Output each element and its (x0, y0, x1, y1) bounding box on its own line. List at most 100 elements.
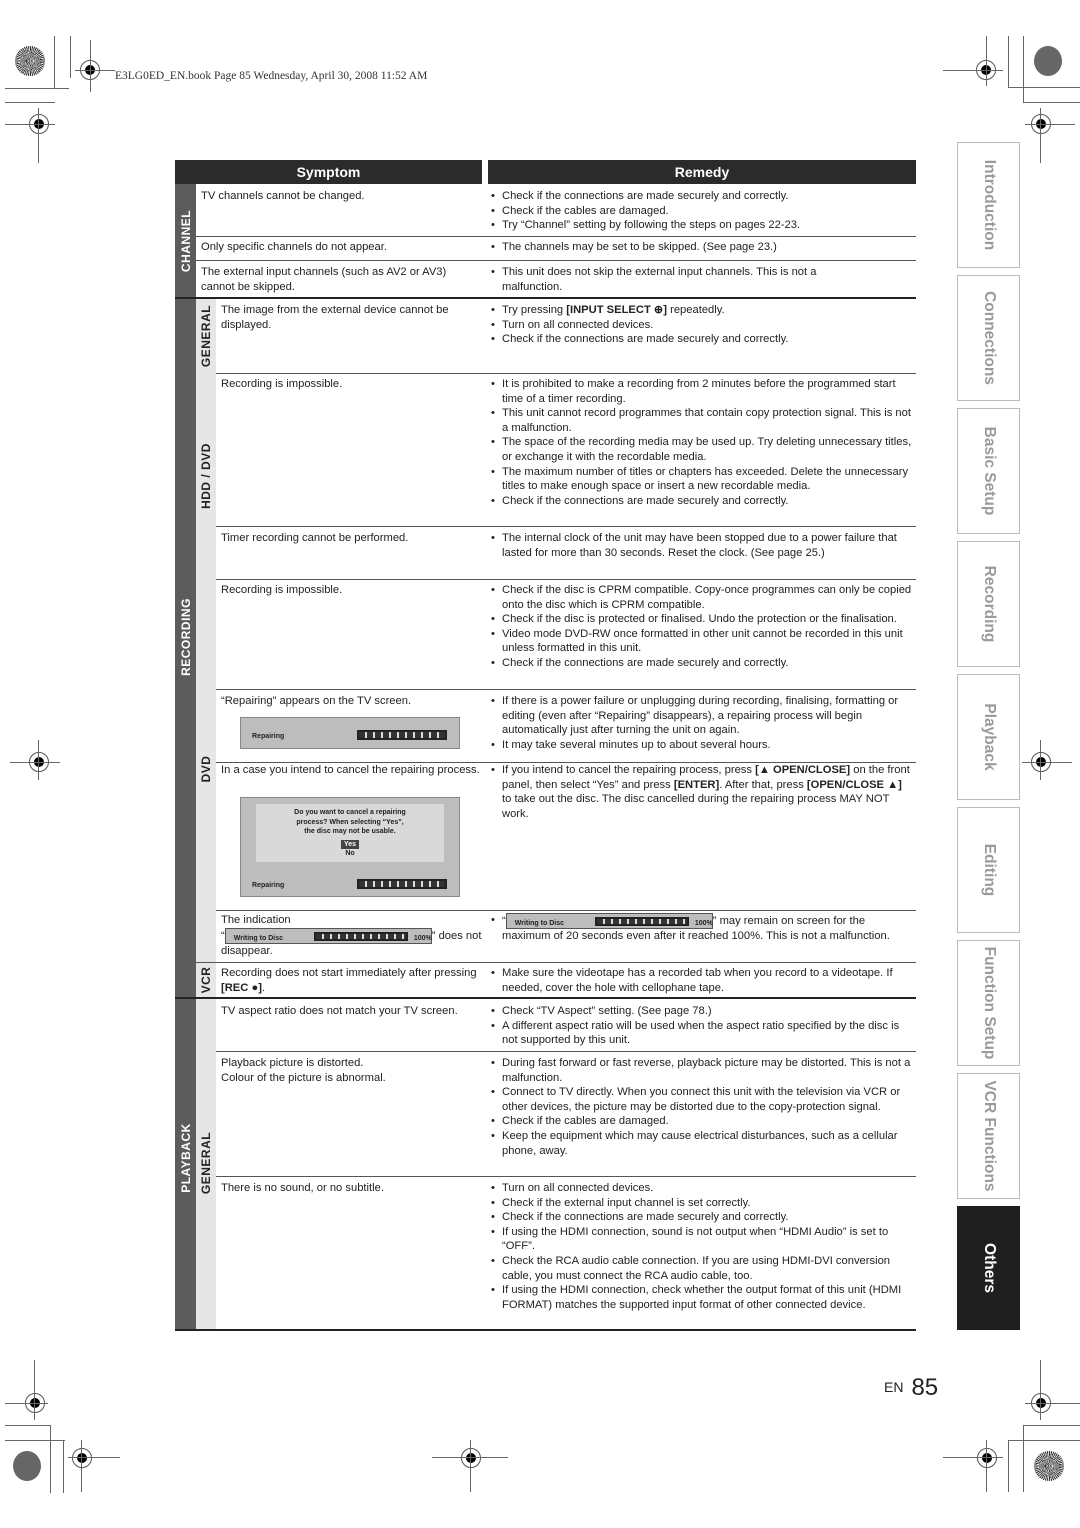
text: Try pressing (502, 304, 567, 316)
registration-mark-icon (977, 1448, 997, 1468)
text: The indication (221, 914, 291, 926)
dialog-message: Do you want to cancel a repairing proces… (256, 808, 444, 859)
category-label: RECORDING (178, 598, 193, 676)
symptom: Only specific channels do not appear. (201, 241, 387, 253)
category-label: PLAYBACK (178, 1123, 193, 1193)
tab-label: VCR Functions (980, 1080, 998, 1192)
tab-others[interactable]: Others (957, 1206, 1020, 1330)
symptom: Recording does not start immediately aft… (221, 966, 483, 995)
subcategory-general: GENERAL (196, 298, 216, 373)
tab-introduction[interactable]: Introduction (957, 142, 1020, 268)
gray-mark-icon (13, 1451, 41, 1481)
subcategory-playback-general: GENERAL (196, 998, 216, 1330)
subcategory-label: HDD / DVD (199, 443, 213, 509)
writing-percent: 100% (413, 934, 432, 942)
remedy-item: It is prohibited to make a recording fro… (489, 377, 914, 406)
remedy-item: Video mode DVD-RW once formatted in othe… (489, 627, 914, 656)
tab-vcr-functions[interactable]: VCR Functions (957, 1073, 1020, 1199)
dialog-box: Do you want to cancel a repairing proces… (256, 804, 444, 862)
remedy-item: Keep the equipment which may cause elect… (489, 1129, 914, 1158)
writing-percent: 100% (694, 920, 713, 927)
section-divider (175, 997, 916, 999)
remedy: Make sure the videotape has a recorded t… (489, 966, 914, 995)
remedy-item: The channels may be set to be skipped. (… (489, 240, 914, 255)
tab-recording[interactable]: Recording (957, 541, 1020, 667)
dialog-yes-option[interactable]: Yes (340, 839, 360, 849)
remedy: This unit does not skip the external inp… (489, 265, 869, 294)
symptom: Playback picture is distorted. Colour of… (221, 1056, 483, 1085)
remedy: Check “TV Aspect” setting. (See page 78.… (489, 1004, 914, 1048)
remedy-item: “Writing to Disc100%” may remain on scre… (489, 913, 914, 944)
category-playback: PLAYBACK (175, 998, 196, 1330)
row-divider (216, 373, 916, 374)
tab-editing[interactable]: Editing (957, 807, 1020, 933)
category-label: CHANNEL (178, 209, 193, 273)
crop-line (1040, 740, 1041, 780)
row-divider (216, 1051, 916, 1052)
symptom: The external input channels (such as AV2… (201, 266, 447, 293)
symptom: “Repairing” appears on the TV screen. (221, 695, 412, 707)
writing-label: Writing to Disc (233, 934, 283, 942)
remedy: The internal clock of the unit may have … (489, 531, 914, 560)
remedy: The channels may be set to be skipped. (… (489, 240, 914, 255)
repairing-osd-screen: Repairing (240, 717, 460, 749)
dialog-no-option[interactable]: No (256, 849, 444, 859)
writing-progress-bar: 100% (313, 931, 432, 942)
remedy-item: During fast forward or fast reverse, pla… (489, 1056, 914, 1085)
repairing-progress-bar (357, 879, 447, 889)
crop-line (1008, 87, 1080, 88)
remedy-item: Try “Channel” setting by following the s… (489, 218, 914, 233)
text: If you intend to cancel the repairing pr… (502, 764, 756, 776)
remedy-item: Check if the connections are made secure… (489, 189, 914, 204)
tab-basic-setup[interactable]: Basic Setup (957, 408, 1020, 534)
language-code: EN (884, 1379, 904, 1395)
tab-function-setup[interactable]: Function Setup (957, 940, 1020, 1066)
symptom: In a case you intend to cancel the repai… (221, 764, 480, 776)
remedy-item: Check if the connections are made secure… (489, 332, 914, 347)
button-ref-open-close: [OPEN/CLOSE ▲] (806, 778, 902, 791)
crop-line (943, 70, 1003, 71)
row-divider (216, 526, 916, 527)
remedy-item: The space of the recording media may be … (489, 435, 914, 464)
crop-line (986, 1440, 987, 1492)
crop-line (986, 36, 987, 86)
dialog-line: Do you want to cancel a repairing (294, 809, 406, 816)
tab-playback[interactable]: Playback (957, 674, 1020, 800)
crop-line (10, 762, 60, 763)
tab-connections[interactable]: Connections (957, 275, 1020, 401)
button-ref-enter: [ENTER] (673, 778, 720, 791)
subcategory-label: GENERAL (199, 1131, 213, 1195)
remedy-item: Check if the external input channel is s… (489, 1196, 914, 1211)
symptom: Recording is impossible. (221, 584, 343, 596)
crop-line (5, 1440, 65, 1441)
category-channel: CHANNEL (175, 184, 196, 298)
remedy: Check if the connections are made secure… (489, 189, 914, 233)
repairing-progress-bar (357, 730, 447, 740)
text: . (261, 981, 266, 994)
column-header-symptom: Symptom (175, 160, 482, 184)
tab-label: Playback (980, 703, 998, 771)
row-divider (216, 1176, 916, 1177)
column-header-remedy: Remedy (488, 160, 916, 184)
crop-line (38, 108, 39, 163)
book-info-line: E3LG0ED_EN.book Page 85 Wednesday, April… (115, 70, 428, 82)
subcategory-vcr: VCR (196, 962, 216, 998)
text: Recording does not start immediately aft… (221, 967, 477, 979)
crop-line (1023, 1425, 1024, 1492)
dialog-line: process? When selecting “Yes”, (296, 818, 404, 826)
tab-label: Editing (980, 843, 998, 897)
row-divider (196, 236, 916, 237)
tab-label: Introduction (980, 159, 998, 251)
tab-label: Basic Setup (980, 426, 998, 516)
remedy: Check if the disc is CPRM compatible. Co… (489, 583, 914, 671)
crop-line (1025, 124, 1075, 125)
section-divider (175, 297, 916, 299)
remedy-item: This unit cannot record programmes that … (489, 406, 914, 435)
crop-line (1022, 762, 1072, 763)
text: . After that, press (719, 778, 807, 791)
text: repeatedly. (667, 304, 725, 316)
remedy-item: Check if the disc is CPRM compatible. Co… (489, 583, 914, 612)
remedy: Turn on all connected devices. Check if … (489, 1181, 914, 1312)
crop-line (943, 1457, 1003, 1458)
crop-line (90, 40, 91, 92)
